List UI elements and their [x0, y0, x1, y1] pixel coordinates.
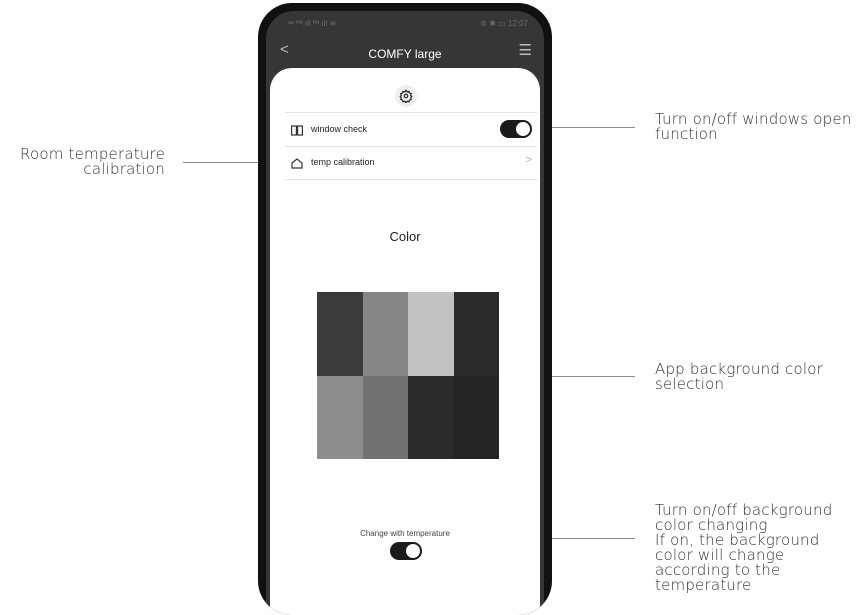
- annotation-background-color-line2: selection: [655, 375, 725, 393]
- status-bar-signal: ᵃᵃ ᴴᵈ.ıll ᴴᵈ.ıll ≋: [288, 19, 337, 28]
- color-swatch-7[interactable]: [408, 375, 454, 459]
- annotation-window-check-line2: function: [655, 125, 718, 143]
- phone-screen: ᵃᵃ ᴴᵈ.ıll ᴴᵈ.ıll ≋ ⊛ ✱ ▭ 12:07 < COMFY l…: [266, 11, 544, 615]
- annotation-background-change-line6: temperature: [655, 576, 752, 594]
- color-swatch-6[interactable]: [362, 375, 408, 459]
- page-title: COMFY large: [368, 47, 442, 61]
- status-bar: ᵃᵃ ᴴᵈ.ıll ᴴᵈ.ıll ≋ ⊛ ✱ ▭ 12:07: [288, 19, 528, 31]
- annotation-background-color: App background color selection: [655, 362, 823, 392]
- house-icon: [291, 156, 303, 174]
- color-swatch-grid: [317, 292, 499, 459]
- color-swatch-4[interactable]: [453, 292, 499, 376]
- annotation-room-temperature-line2: calibration: [83, 160, 165, 178]
- toggle-knob: [516, 122, 530, 136]
- setting-row-temp-calibration[interactable]: temp calibration >: [285, 146, 537, 180]
- color-swatch-8[interactable]: [453, 375, 499, 459]
- setting-row-window-check[interactable]: window check: [285, 112, 537, 147]
- annotation-background-change: Turn on/off background color changing If…: [655, 503, 832, 593]
- hamburger-menu-icon[interactable]: ☰: [519, 41, 532, 59]
- color-swatch-2[interactable]: [362, 292, 408, 376]
- setting-label-temp-calibration: temp calibration: [311, 157, 375, 167]
- setting-label-window-check: window check: [311, 124, 368, 134]
- color-swatch-3[interactable]: [408, 292, 454, 376]
- window-check-toggle[interactable]: [500, 120, 532, 138]
- change-with-temperature-toggle[interactable]: [390, 542, 422, 560]
- phone-frame: ᵃᵃ ᴴᵈ.ıll ᴴᵈ.ıll ≋ ⊛ ✱ ▭ 12:07 < COMFY l…: [258, 3, 552, 615]
- annotation-window-check: Turn on/off windows open function: [655, 112, 852, 142]
- app-bar: < COMFY large ☰: [266, 39, 544, 69]
- annotation-room-temperature: Room temperature calibration: [20, 147, 165, 177]
- toggle-knob: [406, 544, 420, 558]
- gear-icon: [395, 85, 417, 107]
- change-with-temperature-label: Change with temperature: [360, 529, 450, 538]
- color-swatch-1[interactable]: [317, 292, 363, 376]
- book-icon: [291, 123, 304, 141]
- chevron-right-icon: >: [525, 154, 532, 166]
- settings-card: window check temp calibration > Color Ch…: [270, 68, 540, 615]
- color-section-title: Color: [389, 229, 421, 244]
- status-bar-right: ⊛ ✱ ▭ 12:07: [480, 19, 528, 28]
- color-swatch-5[interactable]: [317, 375, 363, 459]
